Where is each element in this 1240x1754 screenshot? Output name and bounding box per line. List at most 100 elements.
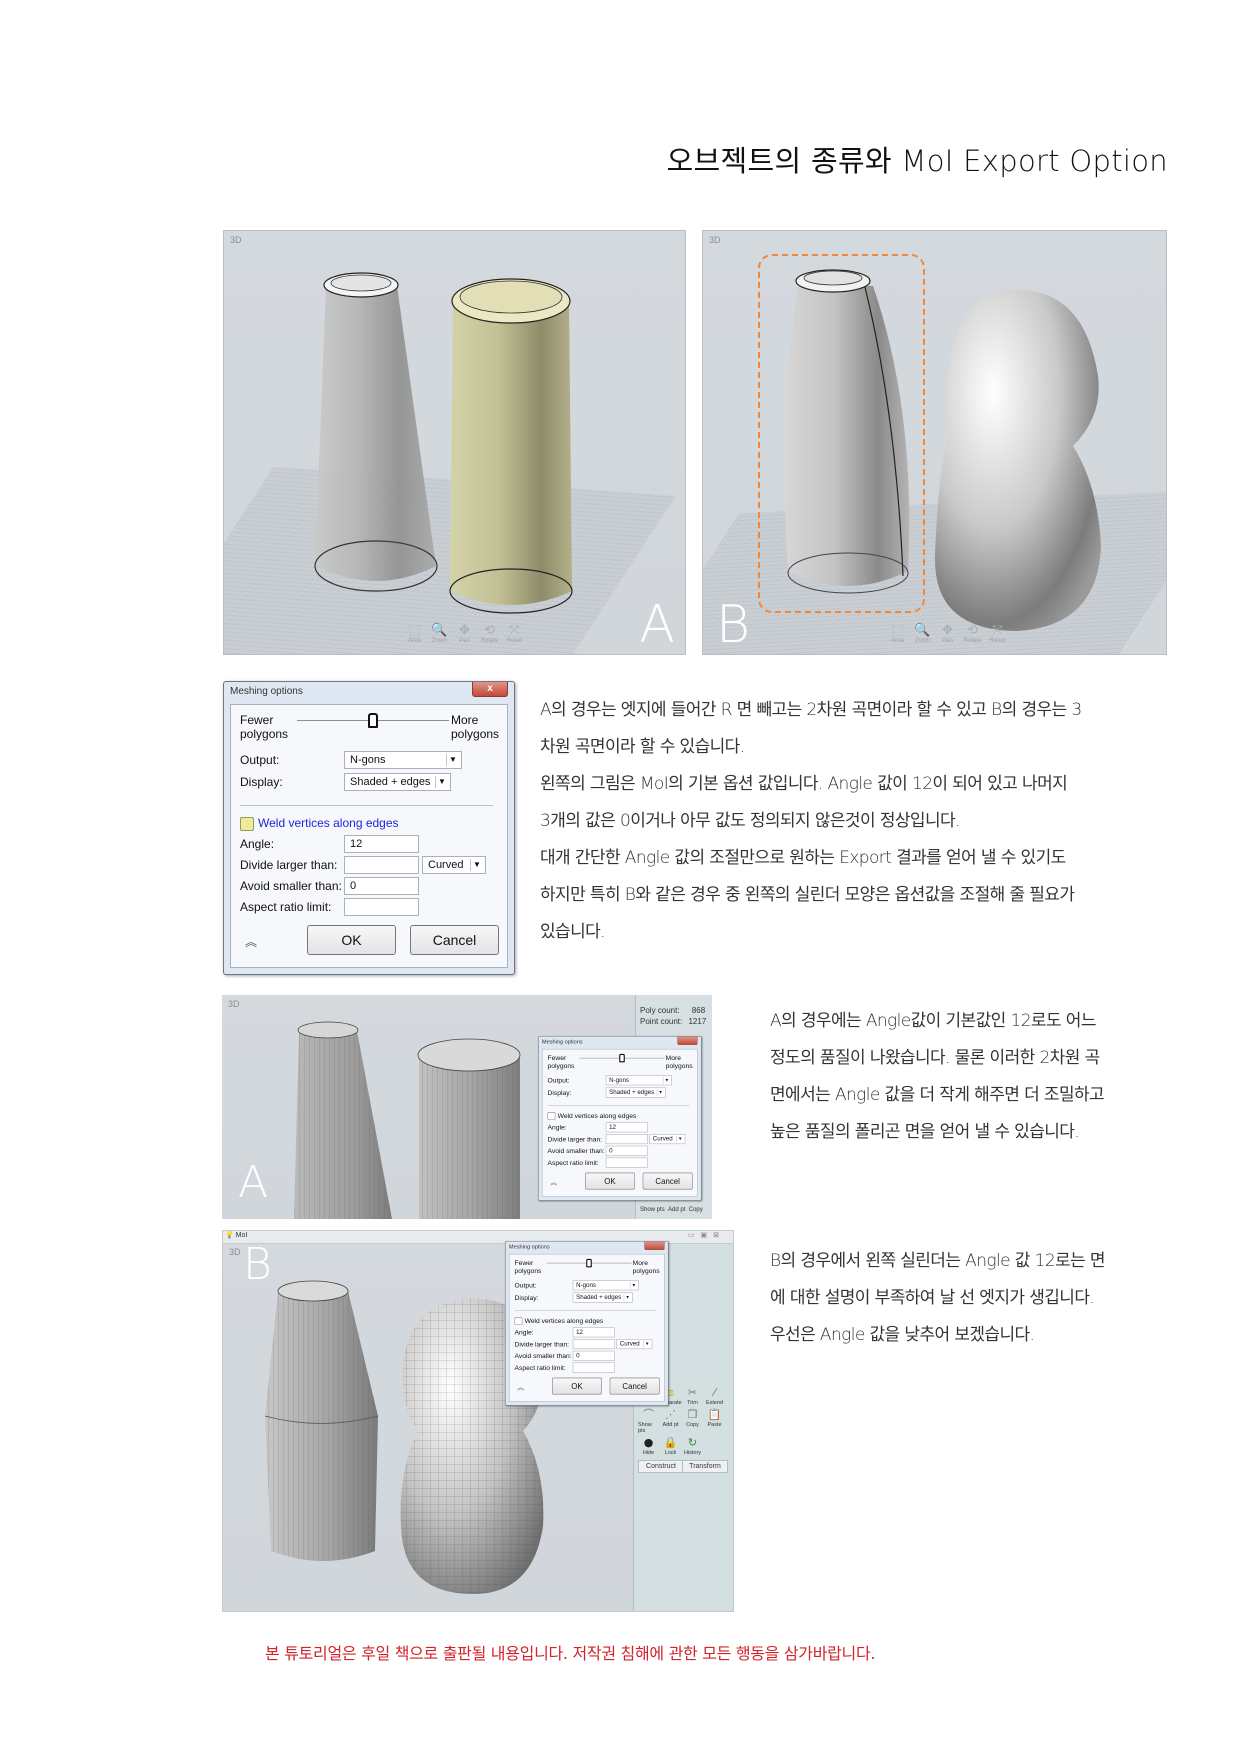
angle-input[interactable]: 12 <box>572 1327 615 1338</box>
close-button[interactable] <box>677 1036 698 1045</box>
tab-transform[interactable]: Transform <box>682 1460 728 1473</box>
cancel-button[interactable]: Cancel <box>410 925 499 955</box>
nav-zoom[interactable]: 🔍 Zoom <box>429 624 450 645</box>
chevron-down-icon: ▼ <box>662 1076 670 1084</box>
meshed-cone-object[interactable] <box>294 1019 394 1219</box>
figure-letter-a: A <box>238 1157 269 1208</box>
polygon-density-slider-thumb[interactable] <box>586 1258 592 1268</box>
organic-blob-object[interactable] <box>933 286 1108 636</box>
window-title: MoI <box>235 1232 248 1239</box>
tool-trim[interactable]: ✂ Trim <box>682 1386 703 1406</box>
more-polygons-label: More polygons <box>451 713 500 741</box>
figure-letter-a: A <box>639 595 675 655</box>
nav-area[interactable]: ⬚ Area <box>404 624 425 645</box>
cone-object[interactable] <box>314 266 444 606</box>
output-select[interactable]: N-gons ▼ <box>605 1075 672 1086</box>
divide-mode-select[interactable]: Curved ▼ <box>616 1339 653 1350</box>
polygon-density-slider-thumb[interactable] <box>619 1053 625 1063</box>
window-controls[interactable]: ▭▣⊠ <box>688 1231 725 1239</box>
avoid-smaller-input[interactable]: 0 <box>605 1145 648 1156</box>
tool-hide[interactable]: ● Hide <box>638 1436 659 1456</box>
divider <box>240 805 493 806</box>
nav-area[interactable]: ⬚ Area <box>887 624 908 645</box>
rotate-icon: ⟲ <box>967 623 978 638</box>
display-select[interactable]: Shaded + edges ▼ <box>572 1292 633 1303</box>
chevron-down-icon: ▼ <box>629 1281 637 1289</box>
nav-reset[interactable]: ⤧ Reset <box>504 624 525 645</box>
avoid-smaller-input[interactable]: 0 <box>572 1350 615 1361</box>
meshed-cylinder-object[interactable] <box>417 1035 522 1219</box>
text-line: 있습니다. <box>540 922 606 942</box>
display-select[interactable]: Shaded + edges ▼ <box>605 1087 666 1098</box>
display-select[interactable]: Shaded + edges ▼ <box>344 773 451 791</box>
polygon-density-slider-thumb[interactable] <box>368 713 378 728</box>
weld-vertices-checkbox[interactable] <box>514 1317 523 1325</box>
chevron-down-icon: ▼ <box>656 1089 663 1096</box>
divide-larger-input[interactable] <box>344 856 419 874</box>
text-line: 에 대한 설명이 부족하여 날 선 엣지가 생깁니다. <box>770 1288 1095 1308</box>
chevron-down-icon: ▼ <box>623 1294 630 1301</box>
weld-vertices-label[interactable]: Weld vertices along edges <box>258 816 399 830</box>
tool-add-pt[interactable]: ⋰ Add pt <box>660 1408 681 1434</box>
cancel-button[interactable]: Cancel <box>642 1172 693 1190</box>
extend-icon: ⁄ <box>713 1386 716 1399</box>
close-button[interactable] <box>644 1241 665 1250</box>
chevron-down-icon: ▼ <box>470 859 483 871</box>
close-button[interactable]: x <box>472 682 508 697</box>
tool-paste[interactable]: 📋 Paste <box>704 1408 725 1434</box>
cylinder-object[interactable] <box>449 271 579 621</box>
avoid-smaller-input[interactable]: 0 <box>344 877 419 895</box>
tool-history[interactable]: ↻ History <box>682 1436 703 1456</box>
tool-show-pts[interactable]: ⌒ Show pts <box>638 1408 659 1434</box>
nav-pan[interactable]: ✥ Pan <box>937 624 958 645</box>
chevron-down-icon: ▼ <box>435 776 448 788</box>
output-select[interactable]: N-gons ▼ <box>572 1280 639 1291</box>
collapse-icon[interactable]: ︽ <box>245 933 257 950</box>
aspect-ratio-input[interactable] <box>605 1157 648 1168</box>
meshed-tapered-cylinder-object[interactable] <box>263 1276 383 1576</box>
divide-larger-input[interactable] <box>605 1134 648 1145</box>
tool-lock[interactable]: 🔒 Lock <box>660 1436 681 1456</box>
nav-reset[interactable]: ⤧ Reset <box>987 624 1008 645</box>
ok-button[interactable]: OK <box>307 925 396 955</box>
output-select[interactable]: N-gons ▼ <box>344 751 462 769</box>
cancel-button[interactable]: Cancel <box>609 1377 660 1395</box>
fewer-polygons-label: Fewer polygons <box>240 713 289 741</box>
nav-zoom[interactable]: 🔍 Zoom <box>912 624 933 645</box>
viewport-label: 3D <box>228 999 240 1009</box>
explanation-paragraph-3: B의 경우에서 왼쪽 실린더는 Angle 값 12로는 면 에 대한 설명이 … <box>770 1243 1190 1354</box>
aspect-ratio-input[interactable] <box>572 1362 615 1373</box>
collapse-icon[interactable]: ︽ <box>517 1382 524 1392</box>
tool-extend[interactable]: ⁄ Extend <box>704 1386 725 1406</box>
angle-input[interactable]: 12 <box>605 1122 648 1133</box>
angle-label: Angle: <box>240 837 275 851</box>
viewport-a[interactable]: 3D ⬚Area 🔍Zoom ✥Pan ⟲Rotate ⤧Reset <box>223 230 686 655</box>
trim-icon: ✂ <box>687 1386 698 1399</box>
viewport-b[interactable]: 3D B ⬚ Area 🔍 Zoom ✥ Pan ⟲ Rotate ⤧ Reset <box>702 230 1167 655</box>
collapse-icon[interactable]: ︽ <box>550 1177 557 1187</box>
ok-button[interactable]: OK <box>585 1172 635 1190</box>
nav-rotate[interactable]: ⟲ Rotate <box>479 624 500 645</box>
nav-pan[interactable]: ✥ Pan <box>454 624 475 645</box>
tool-copy[interactable]: ❐ Copy <box>682 1408 703 1434</box>
display-label: Display: <box>240 775 283 789</box>
divide-larger-label: Divide larger than: <box>240 858 338 872</box>
tab-construct[interactable]: Construct <box>638 1460 684 1473</box>
highlight-dashed-box <box>758 254 925 613</box>
aspect-ratio-input[interactable] <box>344 898 419 916</box>
text-line: 우선은 Angle 값을 낮추어 보겠습니다. <box>770 1325 1035 1345</box>
divide-larger-input[interactable] <box>572 1339 615 1350</box>
divide-mode-select[interactable]: Curved ▼ <box>422 856 486 874</box>
show-pts-icon: ⌒ <box>643 1408 654 1421</box>
mesh-preview-b[interactable]: 💡 MoI ▭▣⊠ 3D B ⧉Join ⧈Separate ✂Trim ⁄Ex… <box>222 1230 734 1612</box>
text-line: 3개의 값은 0이거나 아무 값도 정의되지 않은것이 정상입니다. <box>540 811 960 831</box>
divide-mode-select[interactable]: Curved ▼ <box>649 1134 686 1145</box>
explanation-paragraph-2: A의 경우에는 Angle값이 기본값인 12로도 어느 정도의 품질이 나왔습… <box>770 1003 1190 1151</box>
ok-button[interactable]: OK <box>552 1377 602 1395</box>
nav-rotate[interactable]: ⟲ Rotate <box>962 623 983 645</box>
text-line: B의 경우에서 왼쪽 실린더는 Angle 값 12로는 면 <box>770 1251 1106 1271</box>
weld-vertices-checkbox[interactable] <box>240 817 254 831</box>
angle-input[interactable]: 12 <box>344 835 419 853</box>
weld-vertices-checkbox[interactable] <box>547 1112 556 1120</box>
mesh-preview-a[interactable]: 3D A Poly count: 868 Point count: 1217 S… <box>222 995 712 1219</box>
